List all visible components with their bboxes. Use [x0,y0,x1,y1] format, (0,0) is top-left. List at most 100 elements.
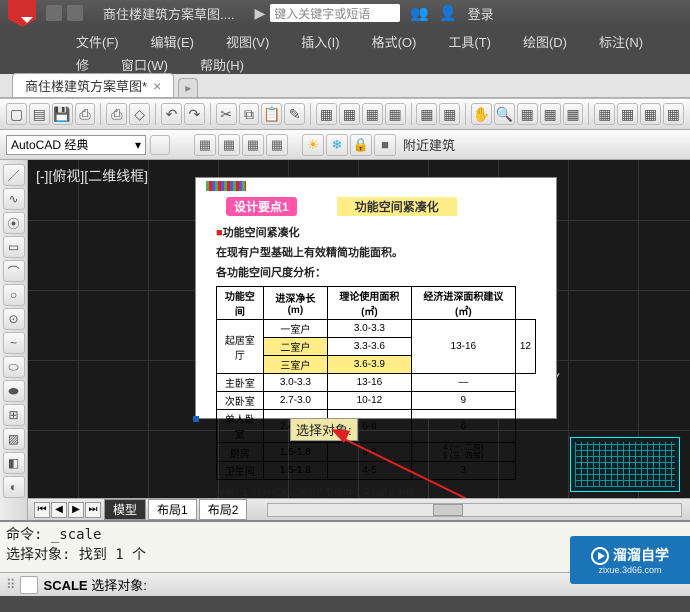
t10[interactable]: ⬬ [3,380,25,402]
document-tab[interactable]: 商住楼建筑方案草图* × [12,73,174,97]
qat-dropdown-icon[interactable]: ▶ [254,5,265,22]
save-button[interactable]: 💾 [52,103,73,125]
new-tab-button[interactable]: ▸ [178,78,198,97]
freeze-icon[interactable]: ❄ [326,134,348,156]
menu-format[interactable]: 格式(O) [356,30,433,53]
spline-tool[interactable]: ~ [3,332,25,354]
menu-help[interactable]: 帮助(H) [184,53,260,76]
drawing-canvas[interactable]: [-][俯视][二维线框] Y 设计要点1 功能空间紧凑化 ■功能空间紧凑化 在… [28,160,690,520]
watermark-url: zixue.3d66.com [598,565,661,575]
line-tool[interactable]: ／ [3,164,25,186]
lightbulb-icon[interactable]: ☀ [302,134,324,156]
t3[interactable]: ⦿ [3,212,25,234]
b1[interactable]: ▦ [316,103,337,125]
layer-name[interactable]: 附近建筑 [403,135,455,154]
preview-button[interactable]: ◇ [129,103,150,125]
hatch-tool[interactable]: ▨ [3,428,25,450]
b13[interactable]: ▦ [663,103,684,125]
paste-button[interactable]: 📋 [261,103,282,125]
ellipse-tool[interactable]: ⬭ [3,356,25,378]
search-icon[interactable]: 👥 [410,4,429,22]
menu-file[interactable]: 文件(F) [60,30,135,53]
close-icon[interactable]: × [153,78,161,94]
b10[interactable]: ▦ [594,103,615,125]
circle-tool[interactable]: ○ [3,284,25,306]
grip-icon[interactable]: ⠿ [6,577,14,593]
new-button[interactable]: ▢ [6,103,27,125]
menu-view[interactable]: 视图(V) [210,30,285,53]
redo-button[interactable]: ↷ [184,103,205,125]
workspace-select[interactable]: AutoCAD 经典 ▾ [6,135,146,155]
arc-tool[interactable]: ⌒ [3,260,25,282]
qat-btn[interactable] [67,5,83,21]
pan-button[interactable]: ✋ [471,103,492,125]
workspace-select-label: AutoCAD 经典 [11,136,88,153]
menu-annot[interactable]: 标注(N) [583,30,659,53]
tab-nav-next[interactable]: ▶ [68,502,84,518]
b5[interactable]: ▦ [416,103,437,125]
tab-nav-prev[interactable]: ◀ [51,502,67,518]
b8[interactable]: ▦ [540,103,561,125]
lock-icon[interactable]: 🔒 [350,134,372,156]
chevron-down-icon: ▾ [135,138,141,152]
b4[interactable]: ▦ [385,103,406,125]
tab-layout2[interactable]: 布局2 [199,499,248,520]
watermark: 溜溜自学 zixue.3d66.com [570,536,690,584]
menu-tool[interactable]: 工具(T) [432,30,507,53]
copy-button[interactable]: ⧉ [239,103,260,125]
embed-heading: 功能空间紧凑化 [223,227,300,239]
layer-b3[interactable]: ▦ [242,134,264,156]
tab-nav-last[interactable]: ⏭ [85,502,101,518]
app-logo[interactable] [8,0,36,27]
help-search-input[interactable]: 键入关键字或短语 [270,4,400,22]
tab-model[interactable]: 模型 [104,499,146,520]
menu-insert[interactable]: 插入(I) [285,30,355,53]
open-button[interactable]: ▤ [29,103,50,125]
minimap[interactable] [570,437,680,492]
workspace: ／ ∿ ⦿ ▭ ⌒ ○ ⊙ ~ ⬭ ⬬ ⊞ ▨ ◧ ◐ [-][俯视][二维线框… [0,160,690,520]
embed-line2: 各功能空间尺度分析： [196,262,556,282]
t13[interactable]: ◧ [3,452,25,474]
scroll-thumb[interactable] [433,504,463,516]
standard-toolbar: ▢ ▤ 💾 ⎙ ⎙ ◇ ↶ ↷ ✂ ⧉ 📋 ✎ ▦ ▦ ▦ ▦ ▦ ▦ ✋ 🔍 … [0,98,690,130]
menu-draw[interactable]: 绘图(D) [507,30,583,53]
b6[interactable]: ▦ [439,103,460,125]
layer-b4[interactable]: ▦ [266,134,288,156]
zoom-button[interactable]: 🔍 [494,103,515,125]
selection-handle[interactable] [193,416,199,422]
cut-button[interactable]: ✂ [216,103,237,125]
gear-icon[interactable] [150,135,170,155]
undo-button[interactable]: ↶ [161,103,182,125]
saveas-button[interactable]: ⎙ [75,103,96,125]
b9[interactable]: ▦ [563,103,584,125]
t11[interactable]: ⊞ [3,404,25,426]
draw-toolbar: ／ ∿ ⦿ ▭ ⌒ ○ ⊙ ~ ⬭ ⬬ ⊞ ▨ ◧ ◐ [0,160,28,520]
b12[interactable]: ▦ [640,103,661,125]
color-icon[interactable]: ■ [374,134,396,156]
badge-design-point: 设计要点1 [226,197,297,216]
tab-layout1[interactable]: 布局1 [148,499,197,520]
embedded-image[interactable]: 设计要点1 功能空间紧凑化 ■功能空间紧凑化 在现有户型基础上有效精简功能面积。… [196,178,556,418]
t14[interactable]: ◐ [3,476,25,498]
menu-edit[interactable]: 编辑(E) [135,30,210,53]
login-link[interactable]: 登录 [468,4,494,23]
status-icon[interactable] [20,576,38,594]
layer-b1[interactable]: ▦ [194,134,216,156]
b2[interactable]: ▦ [339,103,360,125]
match-button[interactable]: ✎ [284,103,305,125]
b7[interactable]: ▦ [517,103,538,125]
qat-btn[interactable] [46,5,62,21]
layer-b2[interactable]: ▦ [218,134,240,156]
polyline-tool[interactable]: ∿ [3,188,25,210]
watermark-name: 溜溜自学 [613,545,669,565]
tab-nav-first[interactable]: ⏮ [34,502,50,518]
h-scrollbar[interactable] [267,503,682,517]
b3[interactable]: ▦ [362,103,383,125]
rect-tool[interactable]: ▭ [3,236,25,258]
b11[interactable]: ▦ [617,103,638,125]
viewport-label[interactable]: [-][俯视][二维线框] [36,166,148,186]
plot-button[interactable]: ⎙ [106,103,127,125]
user-icon[interactable]: 👤 [439,4,458,22]
t7[interactable]: ⊙ [3,308,25,330]
embed-table: 功能空间进深净长 (m)理论使用面积 (㎡)经济进深面积建议 (㎡) 起居室厅一… [216,286,536,480]
